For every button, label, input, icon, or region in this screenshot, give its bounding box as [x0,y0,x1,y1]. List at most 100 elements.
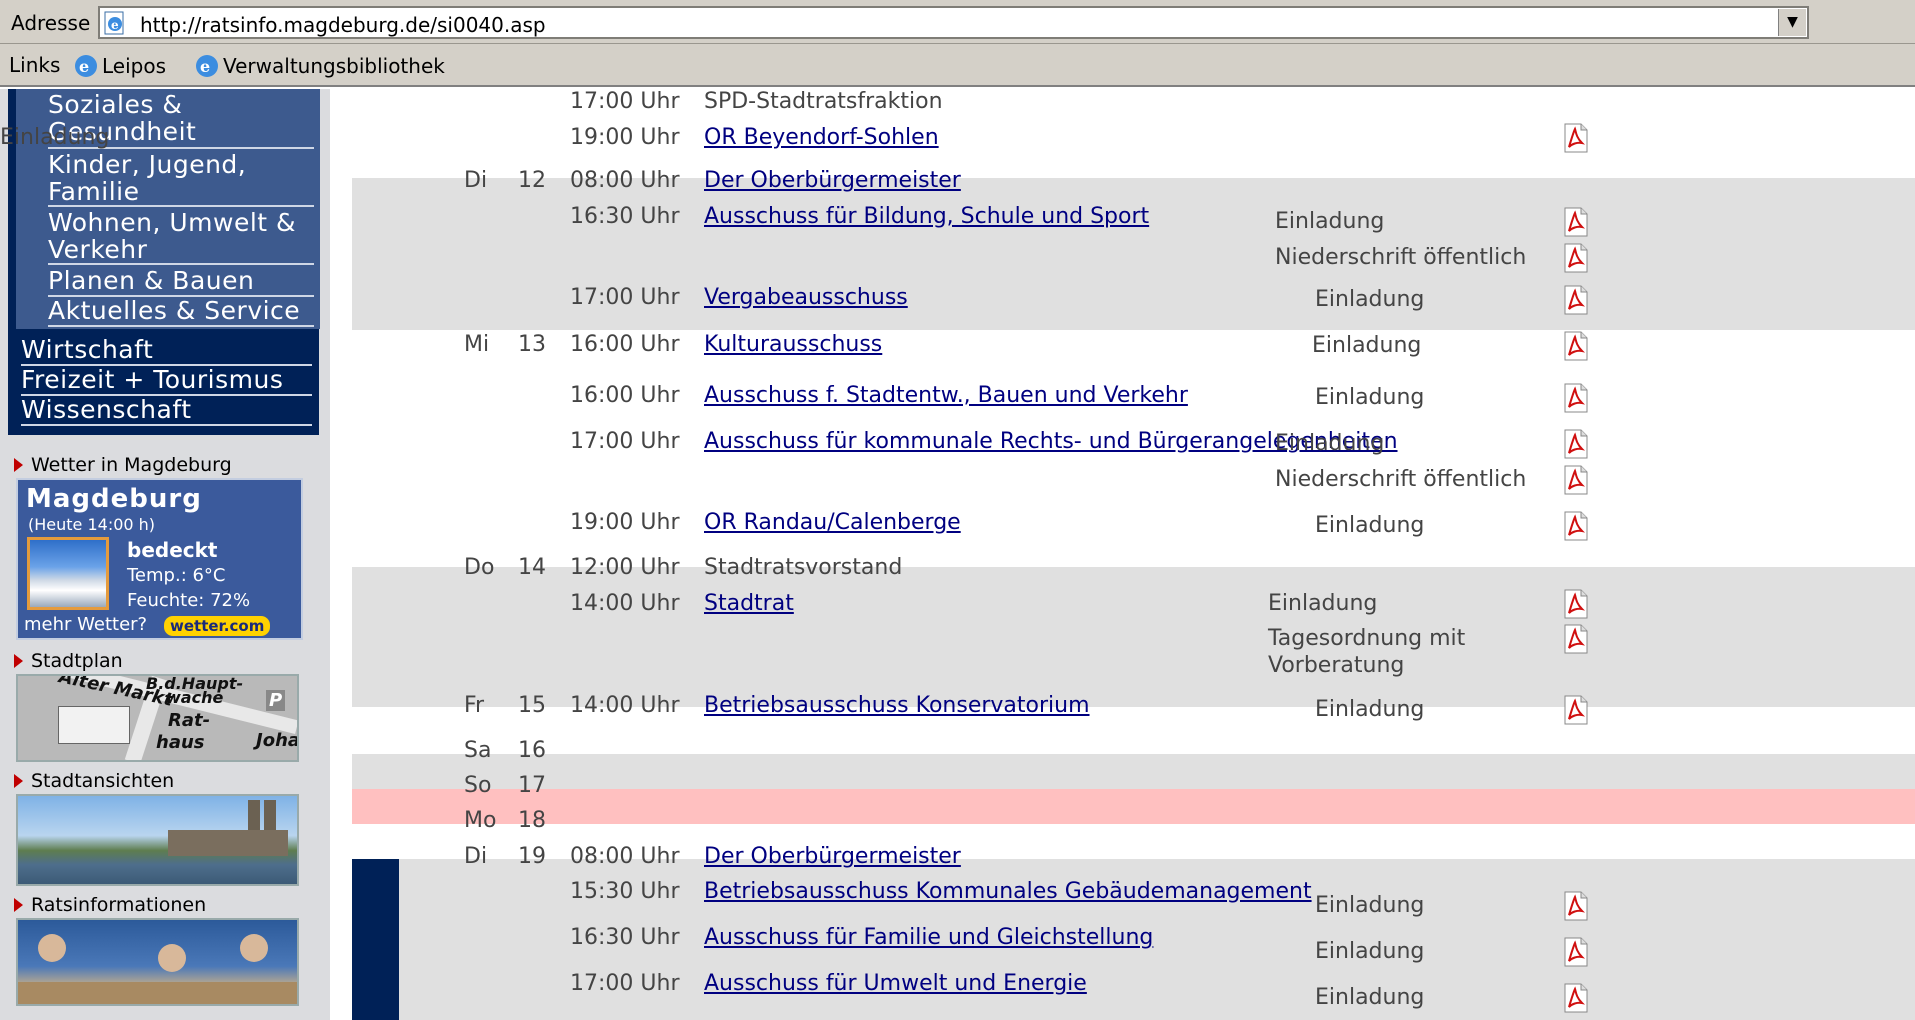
weather-widget[interactable]: Magdeburg (Heute 14:00 h) bedeckt Temp.:… [16,478,303,640]
meeting-link[interactable]: OR Randau/Calenberge [704,510,961,536]
nav-line: Kinder, Jugend, [48,150,247,179]
document-link[interactable]: Einladung [1275,209,1384,235]
link-leipos[interactable]: e Leipos [73,53,166,79]
day-label: So [464,773,492,798]
date-label: 17 [518,773,546,798]
time-label: 14:00 Uhr [570,693,680,718]
nav-planen-bauen[interactable]: Planen & Bauen [48,267,314,297]
person-head [38,934,66,962]
pdf-icon[interactable] [1562,383,1590,413]
bullet-triangle-icon [14,774,23,788]
document-link[interactable]: Einladung [0,125,109,151]
address-dropdown-button[interactable]: ▼ [1778,9,1806,36]
pdf-icon[interactable] [1562,589,1590,619]
time-label: 12:00 Uhr [570,555,680,580]
day-band [352,754,1915,789]
meeting-link[interactable]: Der Oberbürgermeister [704,844,961,870]
weather-humidity: Feuchte: 72% [127,590,251,611]
city-map-thumbnail[interactable]: Alter Markt B.d.Haupt- wache Rat- haus J… [16,674,299,762]
meeting-link[interactable]: Betriebsausschuss Konservatorium [704,693,1090,719]
address-input[interactable]: e http://ratsinfo.magdeburg.de/si0040.as… [98,6,1809,39]
document-link[interactable]: Einladung [1312,333,1421,359]
pdf-icon[interactable] [1562,891,1590,921]
stadtansichten-heading[interactable]: Stadtansichten [14,770,174,792]
meeting-link[interactable]: Ausschuss für Bildung, Schule und Sport [704,204,1149,230]
ie-icon: e [75,55,97,77]
document-link[interactable]: Niederschrift öffentlich [1275,245,1526,271]
pdf-icon[interactable] [1562,285,1590,315]
weather-heading[interactable]: Wetter in Magdeburg [14,454,232,476]
time-label: 19:00 Uhr [570,125,680,150]
url-text: http://ratsinfo.magdeburg.de/si0040.asp [140,13,546,37]
day-label: Di [464,168,488,193]
date-label: 15 [518,693,546,718]
nav-freizeit-tourismus[interactable]: Freizeit + Tourismus [21,366,312,396]
cathedral-body [168,830,288,856]
nav-line: Verkehr [48,235,148,264]
pdf-icon[interactable] [1562,207,1590,237]
map-label: haus [156,732,205,753]
ie-page-icon: e [104,11,124,35]
map-label: Rat- [168,710,211,731]
address-bar: Adresse e http://ratsinfo.magdeburg.de/s… [0,0,1915,44]
nav-aktuelles-service[interactable]: Aktuelles & Service [48,297,314,327]
time-label: 15:30 Uhr [570,879,680,904]
document-link[interactable]: Einladung [1268,591,1377,617]
document-link[interactable]: Einladung [1315,513,1424,539]
pdf-icon[interactable] [1562,983,1590,1013]
time-label: 17:00 Uhr [570,285,680,310]
nav-wirtschaft[interactable]: Wirtschaft [21,336,312,366]
stadtplan-heading[interactable]: Stadtplan [14,650,123,672]
city-view-thumbnail[interactable] [16,794,299,886]
document-link[interactable]: Einladung [1315,385,1424,411]
day-label: Fr [464,693,485,718]
pdf-icon[interactable] [1562,624,1590,654]
meeting-link[interactable]: Stadtrat [704,591,794,617]
map-label: wache [166,688,224,707]
document-link[interactable]: Einladung [1315,939,1424,965]
pdf-icon[interactable] [1562,937,1590,967]
day-label: Sa [464,738,492,763]
meeting-link[interactable]: OR Beyendorf-Sohlen [704,125,939,151]
pdf-icon[interactable] [1562,695,1590,725]
meeting-link[interactable]: Ausschuss für Umwelt und Energie [704,971,1087,997]
time-label: 17:00 Uhr [570,429,680,454]
document-link[interactable]: Einladung [1315,697,1424,723]
meeting-link[interactable]: Der Oberbürgermeister [704,168,961,194]
document-link[interactable]: Einladung [1275,431,1384,457]
meeting-link[interactable]: Vergabeausschuss [704,285,908,311]
document-link[interactable]: Einladung [1315,287,1424,313]
calendar-content: 17:00 Uhr SPD-Stadtratsfraktion 19:00 Uhr O… [0,89,1915,1020]
meeting-link[interactable]: Ausschuss für Familie und Gleichstellung [704,925,1153,951]
document-link[interactable]: Einladung [1315,985,1424,1011]
nav-wissenschaft[interactable]: Wissenschaft [21,396,312,426]
ratsinformationen-heading[interactable]: Ratsinformationen [14,894,206,916]
day-label: Mi [464,332,490,357]
wetter-com-logo[interactable]: wetter.com [164,616,271,636]
document-link[interactable]: Einladung [1315,893,1424,919]
pdf-icon[interactable] [1562,511,1590,541]
link-verwaltungsbibliothek[interactable]: e Verwaltungsbibliothek [194,53,445,79]
pdf-icon[interactable] [1562,123,1590,153]
pdf-icon[interactable] [1562,465,1590,495]
nav-line: Soziales & [48,90,183,119]
date-label: 13 [518,332,546,357]
council-photo-thumbnail[interactable] [16,918,299,1006]
meeting-link[interactable]: Kulturausschuss [704,332,882,358]
nav-kinder-jugend-familie[interactable]: Kinder, Jugend, Familie [48,151,314,207]
pdf-icon[interactable] [1562,331,1590,361]
weather-more-link[interactable]: mehr Wetter? [24,614,147,635]
pdf-icon[interactable] [1562,429,1590,459]
document-link[interactable]: Tagesordnung mit [1268,626,1465,652]
nav-wohnen-umwelt-verkehr[interactable]: Wohnen, Umwelt & Verkehr [48,209,314,265]
person-head [240,934,268,962]
svg-text:e: e [111,18,119,32]
time-label: 19:00 Uhr [570,510,680,535]
time-label: 16:30 Uhr [570,204,680,229]
document-link[interactable]: Niederschrift öffentlich [1275,467,1526,493]
meeting-link[interactable]: Ausschuss f. Stadtentw., Bauen und Verke… [704,383,1188,409]
meeting-link[interactable]: Betriebsausschuss Kommunales Gebäudemana… [704,879,1312,905]
pdf-icon[interactable] [1562,243,1590,273]
links-label: Links [9,53,61,77]
document-link[interactable]: Vorberatung [1268,653,1404,679]
